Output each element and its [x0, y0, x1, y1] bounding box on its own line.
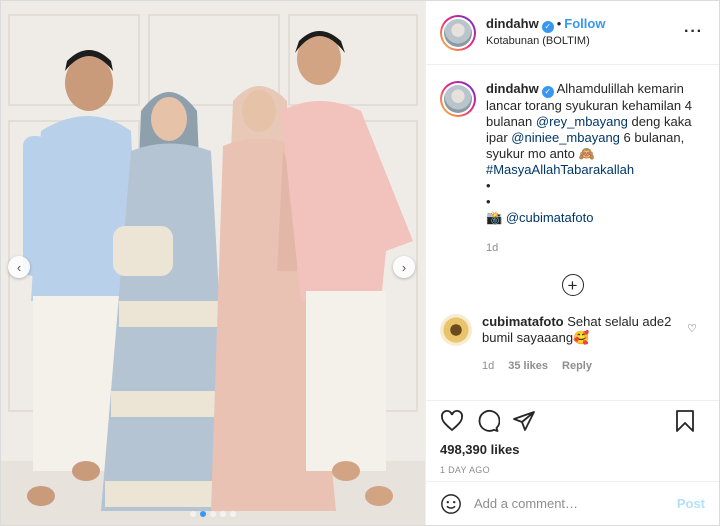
post-sidebar: dindahw ✓ • Follow Kotabunan (BOLTIM) ··· d… — [425, 1, 719, 525]
caption-age[interactable]: 1d — [486, 240, 704, 256]
comment-input[interactable] — [474, 496, 677, 511]
caption-hashtag[interactable]: #MasyaAllahTabarakallah — [486, 162, 634, 177]
instagram-post: ‹ › dindahw ✓ • Follow Kotabunan (BOLTIM) ·… — [0, 0, 720, 526]
carousel-next-button[interactable]: › — [393, 256, 415, 278]
emoji-icon[interactable] — [440, 493, 462, 515]
carousel-dot-active — [200, 511, 206, 517]
load-more-comments-icon[interactable]: + — [561, 274, 584, 296]
commenter-avatar[interactable] — [440, 314, 472, 346]
like-comment-icon[interactable]: ♡ — [687, 322, 697, 335]
carousel-dot — [210, 511, 216, 517]
follow-button[interactable]: Follow — [564, 16, 605, 31]
camera-emoji: 📸 — [486, 210, 503, 225]
verified-badge-icon: ✓ — [541, 21, 554, 33]
carousel-prev-button[interactable]: ‹ — [8, 256, 30, 278]
family-photo-illustration — [1, 1, 425, 525]
commenter-username[interactable]: cubimatafoto — [482, 314, 564, 329]
author-avatar[interactable] — [440, 14, 476, 51]
comment-item: cubimatafoto Sehat selalu ade2 bumil say… — [440, 314, 705, 374]
post-comment-button[interactable]: Post — [677, 496, 705, 511]
comment-reply-button[interactable]: Reply — [562, 358, 592, 374]
carousel-dot — [220, 511, 226, 517]
post-actions — [426, 401, 719, 441]
more-options-icon[interactable]: ··· — [684, 23, 703, 41]
post-location[interactable]: Kotabunan (BOLTIM) — [486, 33, 605, 49]
likes-count[interactable]: 498,390 likes — [426, 441, 719, 459]
comments-section: dindahw ✓ Alhamdulillah kemarin lancar to… — [426, 65, 719, 401]
author-username[interactable]: dindahw — [486, 16, 539, 31]
carousel-dot — [230, 511, 236, 517]
share-icon[interactable] — [512, 409, 536, 433]
caption-mention[interactable]: @niniee_mbayang — [511, 130, 620, 145]
post-photo[interactable]: ‹ › — [1, 1, 425, 525]
bookmark-icon[interactable] — [673, 409, 697, 433]
verified-badge-icon: ✓ — [541, 86, 554, 98]
comment-age[interactable]: 1d — [482, 358, 494, 374]
caption-credit-mention[interactable]: @cubimatafoto — [506, 210, 594, 225]
post-header: dindahw ✓ • Follow Kotabunan (BOLTIM) ··· — [426, 1, 719, 65]
caption-mention[interactable]: @rey_mbayang — [536, 114, 628, 129]
post-timestamp[interactable]: 1 DAY AGO — [426, 465, 719, 475]
like-icon[interactable] — [440, 409, 464, 433]
comment-composer: Post — [426, 481, 719, 525]
post-caption: dindahw ✓ Alhamdulillah kemarin lancar to… — [440, 81, 705, 256]
carousel-indicator — [1, 511, 425, 517]
carousel-dot — [190, 511, 196, 517]
caption-avatar[interactable] — [440, 81, 476, 117]
caption-username[interactable]: dindahw — [486, 81, 539, 96]
comment-likes[interactable]: 35 likes — [508, 358, 548, 374]
comment-icon[interactable] — [476, 409, 501, 433]
